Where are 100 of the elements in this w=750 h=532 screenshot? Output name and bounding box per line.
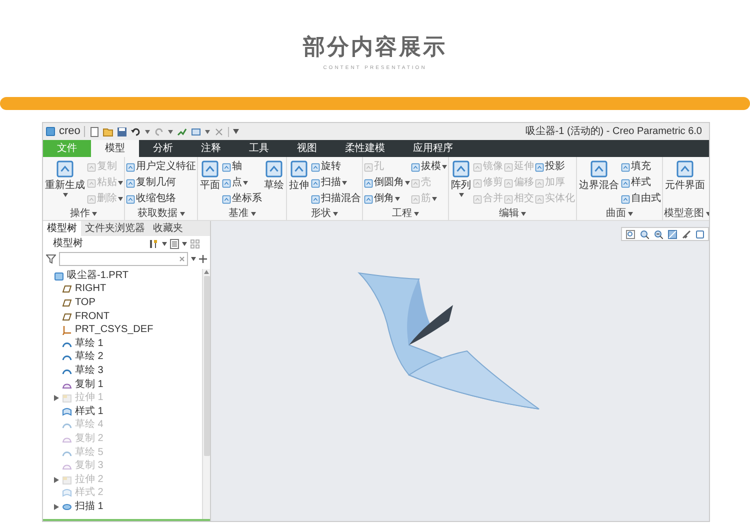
feature-icon	[621, 162, 630, 172]
add-icon[interactable]	[199, 255, 207, 263]
ribbon-group-label[interactable]: 基准	[199, 208, 285, 220]
tree-item[interactable]: 复制 1	[46, 378, 202, 392]
feature-icon	[126, 178, 135, 188]
tree-item[interactable]: 吸尘器-1.PRT	[46, 269, 202, 283]
feature-icon	[364, 162, 373, 172]
panel-tab[interactable]: 文件夹浏览器	[81, 221, 149, 236]
caret-icon	[432, 197, 437, 201]
zoom-in-icon[interactable]	[640, 230, 649, 238]
tree-item[interactable]: 样式 1	[46, 404, 202, 419]
tree-item[interactable]: PRT_CSYS_DEF	[46, 323, 202, 337]
caret-icon[interactable]	[182, 242, 187, 246]
tree-item[interactable]: FRONT	[46, 310, 202, 324]
caret-icon[interactable]	[205, 130, 210, 134]
expand-arrow-icon[interactable]	[54, 395, 59, 402]
ribbon-group-label[interactable]: 工程	[364, 208, 447, 220]
ribbon-large-button[interactable]: 阵列	[450, 160, 472, 208]
ribbon-group-label[interactable]: 操作	[44, 208, 123, 220]
caret-icon	[243, 181, 248, 185]
ribbon-button[interactable]: 复制几何	[126, 176, 196, 190]
ribbon-button[interactable]: 扫描	[311, 176, 361, 190]
ribbon-large-button[interactable]: 重新生成	[44, 160, 86, 208]
ribbon-group-label[interactable]: 模型意图	[664, 208, 709, 220]
feature-icon	[364, 194, 373, 204]
ribbon-button[interactable]: 填充	[621, 160, 661, 174]
ribbon-button[interactable]: 样式	[621, 176, 661, 190]
feature-icon	[126, 194, 135, 204]
ribbon-button[interactable]: 投影	[535, 160, 575, 174]
ribbon-button[interactable]: 扫描混合	[311, 192, 361, 206]
undo-icon[interactable]	[131, 126, 142, 136]
feature-icon	[676, 160, 694, 178]
tree-item[interactable]: RIGHT	[46, 282, 202, 296]
caret-icon	[628, 212, 633, 216]
ribbon-group-label[interactable]: 形状	[288, 208, 361, 220]
scroll-up-icon[interactable]	[204, 270, 209, 274]
save-icon[interactable]	[117, 126, 128, 136]
ribbon-large-button[interactable]: 元件界面	[664, 160, 706, 208]
caret-icon	[62, 193, 68, 197]
ribbon-button[interactable]: 轴	[222, 160, 262, 174]
tree-item[interactable]: 草绘 3	[46, 364, 202, 378]
ribbon-group-label[interactable]: 曲面	[578, 208, 661, 220]
style-icon	[62, 488, 72, 498]
ribbon-tab[interactable]: 分析	[139, 140, 187, 157]
caret-icon	[414, 212, 419, 216]
scrollbar[interactable]	[202, 269, 210, 519]
ribbon-button[interactable]: 用户定义特征	[126, 160, 196, 174]
ribbon-button[interactable]: 倒圆角	[364, 176, 410, 190]
feature-icon	[87, 194, 96, 204]
open-folder-icon[interactable]	[103, 126, 114, 136]
caret-icon	[118, 181, 123, 185]
ribbon-button[interactable]: 倒角	[364, 192, 410, 206]
panel-tab[interactable]: 模型树	[43, 221, 81, 236]
ribbon-button[interactable]: 拔模	[411, 160, 447, 174]
panel-tab[interactable]: 收藏夹	[149, 221, 187, 236]
customize-caret-icon[interactable]	[233, 129, 240, 134]
ribbon-tab[interactable]: 注释	[187, 140, 235, 157]
ribbon-button[interactable]: 坐标系	[222, 192, 262, 206]
caret-icon[interactable]	[145, 130, 150, 134]
plane-icon	[62, 298, 72, 308]
zoom-out-icon[interactable]	[654, 230, 663, 238]
tree-item[interactable]: TOP	[46, 296, 202, 310]
ribbon-large-button[interactable]: 边界混合	[578, 160, 620, 208]
ribbon-large-button[interactable]: 草绘	[263, 160, 285, 208]
expand-arrow-icon[interactable]	[54, 476, 59, 483]
filter-icon[interactable]	[46, 254, 56, 264]
ribbon-group-label[interactable]: 编辑	[450, 208, 575, 220]
clear-icon[interactable]	[179, 256, 185, 262]
feature-icon	[290, 160, 308, 178]
caret-icon[interactable]	[168, 130, 174, 134]
zoom-fit-icon[interactable]	[626, 230, 635, 238]
tree-item[interactable]: 草绘 2	[46, 350, 202, 364]
ribbon-tab[interactable]: 工具	[235, 140, 283, 157]
new-file-icon[interactable]	[89, 126, 100, 136]
ribbon-group-label[interactable]: 获取数据	[126, 208, 196, 220]
csys-icon	[62, 325, 72, 336]
ribbon-button[interactable]: 点	[222, 176, 262, 190]
expand-arrow-icon[interactable]	[54, 504, 59, 510]
search-field[interactable]	[59, 252, 188, 266]
plane-icon	[62, 284, 72, 294]
ribbon-tab[interactable]: 柔性建模	[331, 140, 399, 157]
ribbon-button[interactable]: 收缩包络	[126, 192, 196, 206]
ribbon-button[interactable]: 自由式	[621, 192, 661, 206]
caret-icon[interactable]	[191, 257, 196, 261]
ribbon-tab[interactable]: 模型	[91, 140, 139, 157]
tree-title: 模型树	[53, 236, 84, 251]
ribbon-large-button[interactable]: 拉伸	[288, 160, 310, 208]
ribbon-tab[interactable]: 视图	[283, 140, 331, 157]
tree-item[interactable]: 草绘 1	[46, 336, 202, 351]
caret-icon[interactable]	[162, 242, 167, 246]
ribbon-large-button[interactable]: 平面	[199, 160, 221, 208]
feature-icon	[87, 162, 96, 172]
feature-icon	[411, 194, 420, 204]
ribbon-button[interactable]: 旋转	[311, 160, 361, 174]
list-view-icon[interactable]	[170, 238, 179, 248]
tree-item[interactable]: 扫描 1	[46, 500, 202, 514]
extrude-icon	[62, 393, 72, 404]
window-icon[interactable]	[191, 126, 202, 136]
feature-icon	[311, 162, 320, 172]
ribbon-tab[interactable]: 应用程序	[399, 140, 467, 157]
